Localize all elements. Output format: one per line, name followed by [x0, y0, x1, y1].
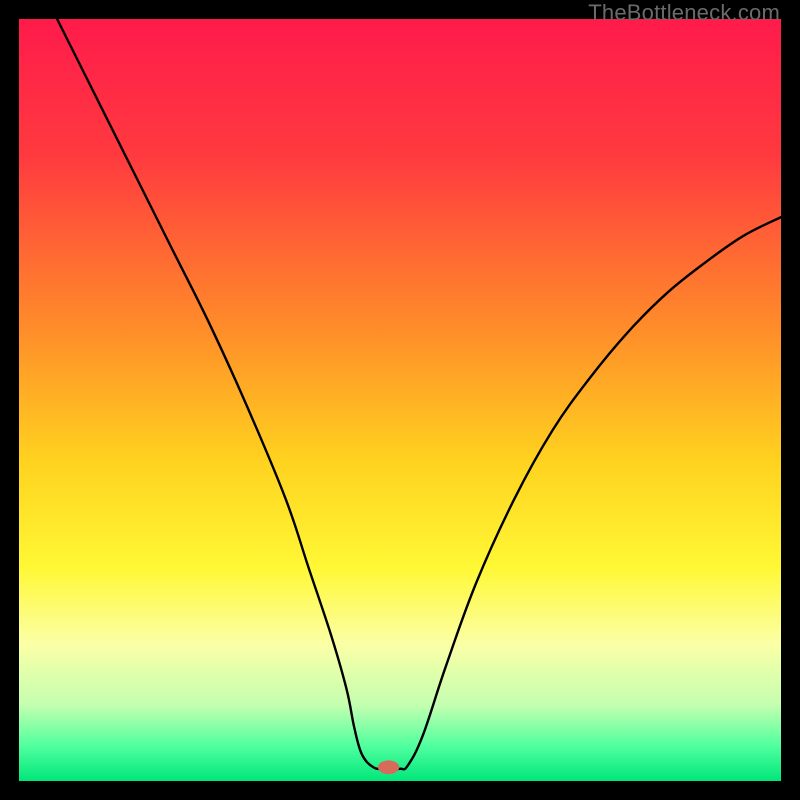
- watermark-text: TheBottleneck.com: [588, 0, 780, 26]
- plot-area: [19, 19, 781, 781]
- valley-marker: [378, 760, 399, 774]
- gradient-background: [19, 19, 781, 781]
- chart-frame: TheBottleneck.com: [0, 0, 800, 800]
- chart-svg: [19, 19, 781, 781]
